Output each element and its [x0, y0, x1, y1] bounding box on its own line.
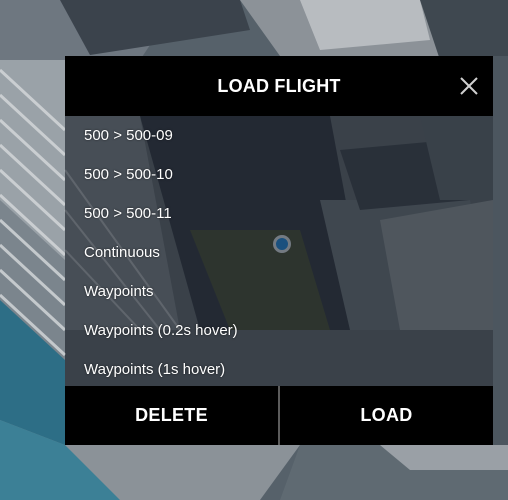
close-button[interactable]	[457, 74, 481, 98]
load-flight-dialog: LOAD FLIGHT 500 > 500-09 500 > 500-10 50…	[65, 56, 493, 445]
list-item[interactable]: 500 > 500-09	[65, 116, 493, 155]
delete-button[interactable]: DELETE	[65, 386, 278, 445]
dialog-header: LOAD FLIGHT	[65, 56, 493, 116]
dialog-footer: DELETE LOAD	[65, 386, 493, 445]
list-item[interactable]: 500 > 500-10	[65, 155, 493, 194]
list-item[interactable]: 500 > 500-11	[65, 194, 493, 233]
close-icon	[460, 77, 478, 95]
list-item[interactable]: Waypoints	[65, 272, 493, 311]
list-item[interactable]: Continuous	[65, 233, 493, 272]
load-button[interactable]: LOAD	[280, 386, 493, 445]
dialog-title: LOAD FLIGHT	[217, 76, 341, 96]
list-item[interactable]: Waypoints (1s hover)	[65, 350, 493, 389]
list-item[interactable]: Waypoints (0.2s hover)	[65, 311, 493, 350]
flight-list: 500 > 500-09 500 > 500-10 500 > 500-11 C…	[65, 116, 493, 386]
